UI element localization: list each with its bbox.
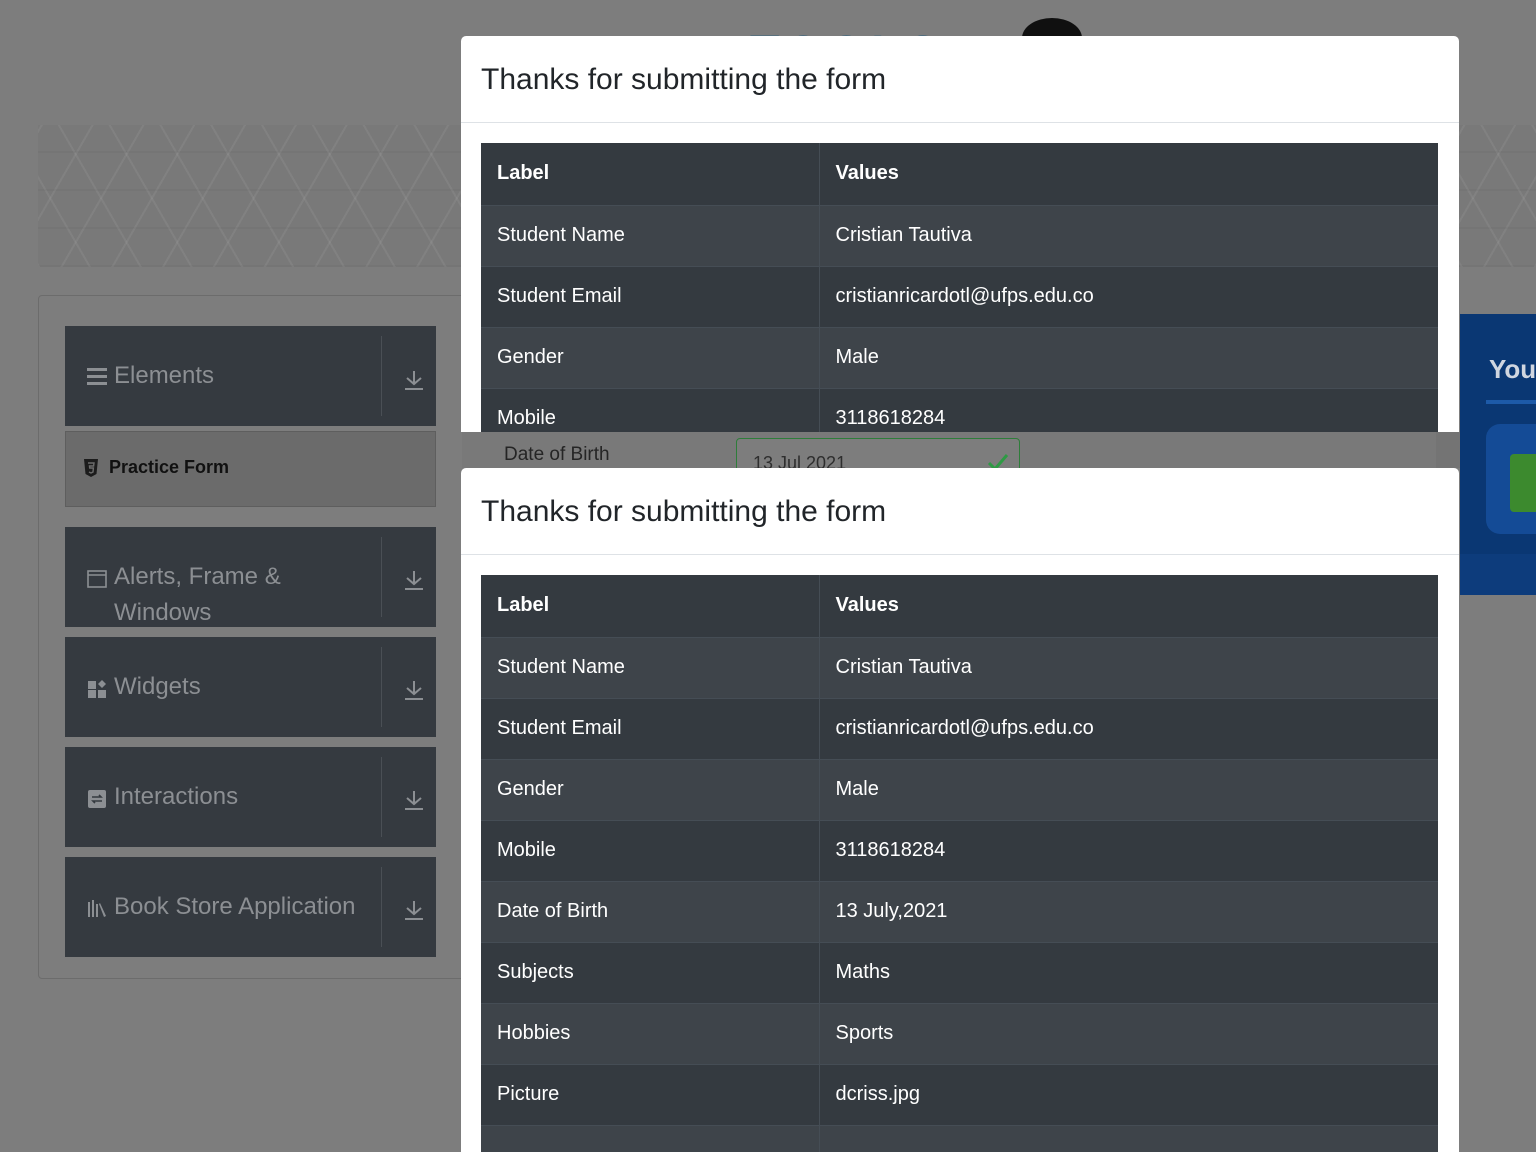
table-header-row: Label Values xyxy=(481,143,1438,205)
download-arrow-icon[interactable] xyxy=(403,679,425,701)
ad-banner[interactable]: You xyxy=(1460,314,1536,595)
row-label: Student Name xyxy=(481,204,820,266)
sidebar-group-widgets[interactable]: Widgets xyxy=(65,637,436,737)
group-divider xyxy=(381,537,382,617)
row-label xyxy=(481,1124,820,1152)
table-row: Mobile 3118618284 xyxy=(481,387,1438,432)
table-row: Student Email cristianricardotl@ufps.edu… xyxy=(481,697,1438,759)
column-header-values: Values xyxy=(819,143,1438,205)
sidebar-group-label: Elements xyxy=(114,362,215,389)
table-row: Picture dcriss.jpg xyxy=(481,1063,1438,1125)
table-row: Student Email cristianricardotl@ufps.edu… xyxy=(481,265,1438,327)
column-header-values: Values xyxy=(819,575,1438,637)
row-value: cristianricardotl@ufps.edu.co xyxy=(819,697,1438,759)
row-label: Student Name xyxy=(481,636,820,698)
row-label: Hobbies xyxy=(481,1002,820,1064)
sidebar-group-label: Interactions xyxy=(114,783,239,810)
table-row: Mobile 3118618284 xyxy=(481,819,1438,881)
row-label: Gender xyxy=(481,758,820,820)
html5-icon xyxy=(84,459,98,477)
books-icon xyxy=(88,900,106,917)
page-edge xyxy=(1436,432,1460,468)
submission-modal-top: Thanks for submitting the form Label Val… xyxy=(461,36,1459,432)
row-label: Picture xyxy=(481,1063,820,1125)
sidebar-item-practice-form[interactable]: Practice Form xyxy=(65,431,436,507)
modal-title: Thanks for submitting the form xyxy=(481,495,887,528)
row-value: Male xyxy=(819,758,1438,820)
row-value: dcriss.jpg xyxy=(819,1063,1438,1125)
row-value xyxy=(819,1124,1438,1152)
column-header-label: Label xyxy=(481,575,820,637)
sidebar-group-label: Alerts, Frame & xyxy=(114,563,281,590)
row-label: Mobile xyxy=(481,387,820,432)
ad-divider xyxy=(1486,400,1536,404)
ad-title: You xyxy=(1489,354,1536,384)
row-label: Subjects xyxy=(481,941,820,1003)
column-header-label: Label xyxy=(481,143,820,205)
modal-header: Thanks for submitting the form xyxy=(461,36,1459,123)
group-divider xyxy=(381,336,382,416)
ad-image xyxy=(1510,454,1536,512)
group-divider xyxy=(381,867,382,947)
sidebar-group-interactions[interactable]: Interactions xyxy=(65,747,436,847)
row-label: Student Email xyxy=(481,697,820,759)
submission-table: Label Values Student Name Cristian Tauti… xyxy=(481,143,1438,432)
download-arrow-icon[interactable] xyxy=(403,899,425,921)
group-divider xyxy=(381,647,382,727)
window-icon xyxy=(87,570,107,588)
sidebar-group-elements[interactable]: Elements xyxy=(65,326,436,426)
row-value: Maths xyxy=(819,941,1438,1003)
row-value: 3118618284 xyxy=(819,387,1438,432)
row-value: Cristian Tautiva xyxy=(819,636,1438,698)
site-logo[interactable]: TOOLS xyxy=(750,18,1140,38)
table-row: Hobbies Sports xyxy=(481,1002,1438,1064)
sidebar-group-label: Book Store Application xyxy=(114,893,356,920)
table-row-cut-off xyxy=(481,1124,1438,1152)
dob-label: Date of Birth xyxy=(504,444,610,465)
ad-footer xyxy=(1460,554,1536,595)
row-value: cristianricardotl@ufps.edu.co xyxy=(819,265,1438,327)
list-icon xyxy=(87,368,107,385)
dob-form-row: Date of Birth 13 Jul 2021 xyxy=(462,432,1437,478)
submission-table: Label Values Student Name Cristian Tauti… xyxy=(481,575,1438,1152)
row-value: Male xyxy=(819,326,1438,388)
table-header-row: Label Values xyxy=(481,575,1438,637)
row-value: 13 July,2021 xyxy=(819,880,1438,942)
row-value: 3118618284 xyxy=(819,819,1438,881)
table-row: Student Name Cristian Tautiva xyxy=(481,204,1438,266)
row-label: Gender xyxy=(481,326,820,388)
sidebar-group-label-line2: Windows xyxy=(114,599,212,626)
group-divider xyxy=(381,757,382,837)
download-arrow-icon[interactable] xyxy=(403,369,425,391)
gear-icon xyxy=(1022,18,1082,38)
modal-title: Thanks for submitting the form xyxy=(481,63,887,96)
table-row: Date of Birth 13 July,2021 xyxy=(481,880,1438,942)
sidebar-group-alerts[interactable]: Alerts, Frame & Windows xyxy=(65,527,436,627)
row-value: Cristian Tautiva xyxy=(819,204,1438,266)
interactions-icon xyxy=(88,790,106,808)
table-row: Subjects Maths xyxy=(481,941,1438,1003)
sidebar-item-label: Practice Form xyxy=(109,457,230,477)
row-label: Student Email xyxy=(481,265,820,327)
sidebar-group-label: Widgets xyxy=(114,673,201,700)
download-arrow-icon[interactable] xyxy=(403,789,425,811)
table-row: Student Name Cristian Tautiva xyxy=(481,636,1438,698)
row-label: Date of Birth xyxy=(481,880,820,942)
table-row: Gender Male xyxy=(481,326,1438,388)
row-value: Sports xyxy=(819,1002,1438,1064)
download-arrow-icon[interactable] xyxy=(403,569,425,591)
widgets-icon xyxy=(88,680,106,698)
table-row: Gender Male xyxy=(481,758,1438,820)
submission-modal-bottom: Thanks for submitting the form Label Val… xyxy=(461,468,1459,1152)
modal-header: Thanks for submitting the form xyxy=(461,468,1459,555)
row-label: Mobile xyxy=(481,819,820,881)
sidebar-group-book-store[interactable]: Book Store Application xyxy=(65,857,436,957)
